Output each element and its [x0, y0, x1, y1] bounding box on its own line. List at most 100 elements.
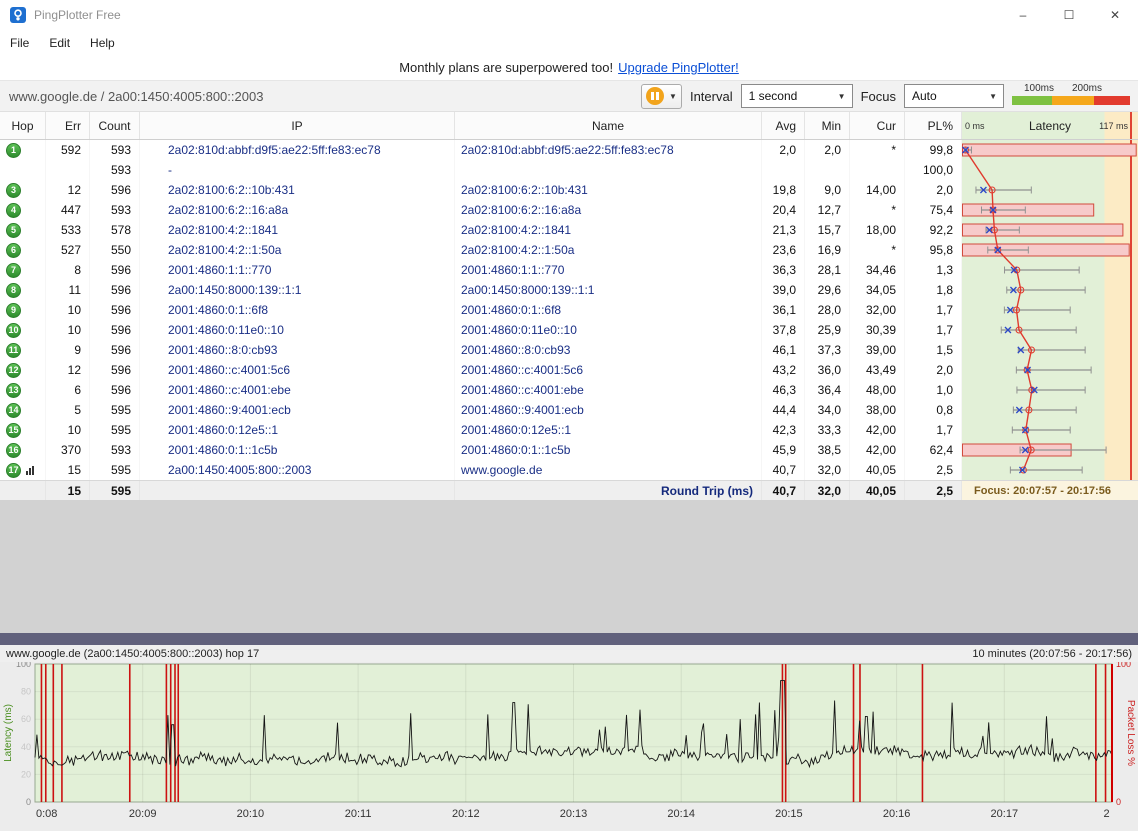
- err-value: 533: [46, 220, 90, 240]
- hop-row[interactable]: 12 12 596 2001:4860::c:4001:5c6 2001:4860::c…: [0, 360, 1138, 380]
- time-axis-label: 0:08: [36, 808, 57, 820]
- cur-value: 34,05: [850, 280, 905, 300]
- latency-graph-cell: [962, 340, 1138, 360]
- header-ip[interactable]: IP: [140, 112, 455, 139]
- hop-row[interactable]: 3 12 596 2a02:8100:6:2::10b:431 2a02:8100:6:…: [0, 180, 1138, 200]
- focus-select[interactable]: Auto ▼: [904, 84, 1004, 108]
- menu-file[interactable]: File: [0, 32, 39, 54]
- ip-value: 2001:4860:0:11e0::10: [140, 320, 455, 340]
- pl-value: 95,8: [905, 240, 962, 260]
- hop-row[interactable]: 10 10 596 2001:4860:0:11e0::10 2001:4860:0:1…: [0, 320, 1138, 340]
- cur-value: *: [850, 200, 905, 220]
- pl-value: 92,2: [905, 220, 962, 240]
- menu-bar: File Edit Help: [0, 30, 1138, 56]
- menu-edit[interactable]: Edit: [39, 32, 80, 54]
- timeline-chart[interactable]: 100 80 60 40 20 0 100 0 0:08 20:09 20:10 20:11 20:12…: [0, 659, 1138, 831]
- latency-graph-cell: [962, 140, 1138, 160]
- header-name[interactable]: Name: [455, 112, 762, 139]
- header-err[interactable]: Err: [46, 112, 90, 139]
- cur-value: *: [850, 240, 905, 260]
- avg-value: [762, 160, 805, 180]
- rt-pl: 2,5: [905, 481, 962, 500]
- hop-number-badge: 4: [6, 202, 21, 218]
- avg-value: 43,2: [762, 360, 805, 380]
- err-value: 11: [46, 280, 90, 300]
- pause-dropdown-caret-icon[interactable]: ▼: [669, 92, 677, 101]
- avg-value: 42,3: [762, 420, 805, 440]
- name-value: 2a02:8100:4:2::1841: [455, 220, 762, 240]
- count-value: 596: [90, 280, 140, 300]
- avg-value: 46,1: [762, 340, 805, 360]
- count-value: 595: [90, 420, 140, 440]
- hop-number-badge: 15: [6, 422, 21, 438]
- hop-cell: 10: [0, 320, 46, 340]
- legend-100ms-label: 100ms: [1024, 83, 1055, 94]
- min-value: 28,1: [805, 260, 850, 280]
- avg-value: 2,0: [762, 140, 805, 160]
- ip-value: -: [140, 160, 455, 180]
- min-value: 25,9: [805, 320, 850, 340]
- table-header: Hop Err Count IP Name Avg Min Cur PL% 0 …: [0, 112, 1138, 140]
- hop-row[interactable]: 15 10 595 2001:4860:0:12e5::1 2001:4860:0:12…: [0, 420, 1138, 440]
- focus-value: Auto: [912, 89, 937, 103]
- hop-row[interactable]: 7 8 596 2001:4860:1:1::770 2001:4860:1:1::77…: [0, 260, 1138, 280]
- cur-value: 42,00: [850, 420, 905, 440]
- name-value: 2a02:8100:6:2::16:a8a: [455, 200, 762, 220]
- min-value: 29,6: [805, 280, 850, 300]
- header-min[interactable]: Min: [805, 112, 850, 139]
- hop-row[interactable]: 16 370 593 2001:4860:0:1::1c5b 2001:4860:0:1…: [0, 440, 1138, 460]
- count-value: 596: [90, 380, 140, 400]
- err-value: 9: [46, 340, 90, 360]
- header-pl[interactable]: PL%: [905, 112, 962, 139]
- min-value: 16,9: [805, 240, 850, 260]
- name-value: 2001:4860::9:4001:ecb: [455, 400, 762, 420]
- chevron-down-icon: ▼: [989, 91, 997, 101]
- hop-row[interactable]: 6 527 550 2a02:8100:4:2::1:50a 2a02:8100:4:2…: [0, 240, 1138, 260]
- close-button[interactable]: ✕: [1092, 0, 1138, 30]
- hop-cell: 11: [0, 340, 46, 360]
- err-value: 10: [46, 300, 90, 320]
- hop-number-badge: 11: [6, 342, 21, 358]
- pane-splitter[interactable]: [0, 633, 1138, 645]
- header-cur[interactable]: Cur: [850, 112, 905, 139]
- hop-number-badge: 17: [6, 462, 21, 478]
- time-axis-label: 20:09: [129, 808, 157, 820]
- hop-row[interactable]: 1 592 593 2a02:810d:abbf:d9f5:ae22:5ff:fe83…: [0, 140, 1138, 160]
- interval-select[interactable]: 1 second ▼: [740, 84, 853, 108]
- header-avg[interactable]: Avg: [762, 112, 805, 139]
- count-value: 593: [90, 440, 140, 460]
- hop-row[interactable]: 5 533 578 2a02:8100:4:2::1841 2a02:8100:4:2:…: [0, 220, 1138, 240]
- upgrade-link[interactable]: Upgrade PingPlotter!: [618, 60, 739, 75]
- latency-graph-cell: [962, 420, 1138, 440]
- hop-cell: 4: [0, 200, 46, 220]
- left-axis-tick: 100: [16, 662, 31, 669]
- name-value: 2a02:8100:4:2::1:50a: [455, 240, 762, 260]
- err-value: [46, 160, 90, 180]
- hop-row[interactable]: 14 5 595 2001:4860::9:4001:ecb 2001:4860::9:…: [0, 400, 1138, 420]
- name-value: 2001:4860:1:1::770: [455, 260, 762, 280]
- cur-value: 48,00: [850, 380, 905, 400]
- rt-hop-cell: [0, 481, 46, 500]
- pause-button[interactable]: ▼: [641, 83, 682, 109]
- name-value: 2001:4860:0:1::6f8: [455, 300, 762, 320]
- hop-row[interactable]: 13 6 596 2001:4860::c:4001:ebe 2001:4860::c:…: [0, 380, 1138, 400]
- minimize-button[interactable]: –: [1000, 0, 1046, 30]
- hop-row[interactable]: 8 11 596 2a00:1450:8000:139::1:1 2a00:1450:8…: [0, 280, 1138, 300]
- name-value: 2a00:1450:8000:139::1:1: [455, 280, 762, 300]
- hop-number-badge: 16: [6, 442, 21, 458]
- hop-row[interactable]: 17 15 595 2a00:1450:4005:800::2003 www.googl…: [0, 460, 1138, 480]
- menu-help[interactable]: Help: [80, 32, 125, 54]
- left-axis-tick: 60: [21, 714, 31, 724]
- count-value: 596: [90, 260, 140, 280]
- hop-number-badge: 12: [6, 362, 21, 378]
- hop-row[interactable]: 9 10 596 2001:4860:0:1::6f8 2001:4860:0:1::6…: [0, 300, 1138, 320]
- legend-gradient-bar: [1012, 96, 1130, 105]
- maximize-button[interactable]: ☐: [1046, 0, 1092, 30]
- pl-value: 75,4: [905, 200, 962, 220]
- hop-row[interactable]: 593- 100,0: [0, 160, 1138, 180]
- hop-row[interactable]: 4 447 593 2a02:8100:6:2::16:a8a 2a02:8100:6:…: [0, 200, 1138, 220]
- header-hop[interactable]: Hop: [0, 112, 46, 139]
- header-count[interactable]: Count: [90, 112, 140, 139]
- hop-row[interactable]: 11 9 596 2001:4860::8:0:cb93 2001:4860::8:0:…: [0, 340, 1138, 360]
- title-bar[interactable]: PingPlotter Free – ☐ ✕: [0, 0, 1138, 30]
